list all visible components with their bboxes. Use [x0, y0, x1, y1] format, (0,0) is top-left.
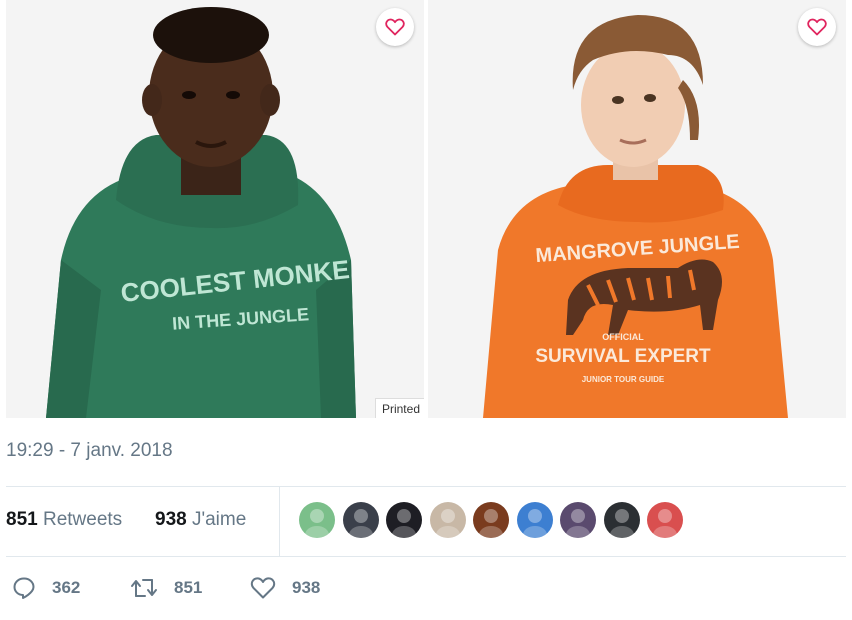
likes-count: 938 — [155, 509, 187, 530]
orange-hoodie-illustration: MANGROVE JUNGLE OFFICIAL SURVIVAL EXPERT… — [428, 0, 846, 418]
avatar-2[interactable] — [342, 502, 379, 538]
tweet-stats: 851 Retweets 938 J'aime — [6, 487, 846, 556]
avatar-5[interactable] — [473, 502, 509, 538]
green-hoodie-illustration: COOLEST MONKE IN THE JUNGLE — [6, 0, 424, 418]
hoodie-print-line-3: SURVIVAL EXPERT — [535, 346, 711, 367]
hoodie-print-line-4: JUNIOR TOUR GUIDE — [582, 375, 665, 384]
printed-tag: Printed — [374, 398, 424, 418]
avatar-7[interactable] — [560, 502, 596, 538]
favorite-button-right[interactable] — [798, 8, 836, 46]
heart-icon — [385, 18, 405, 36]
retweet-count: 851 — [174, 578, 203, 597]
divider-bottom — [6, 556, 846, 557]
favorite-button-left[interactable] — [376, 8, 414, 46]
avatar-8[interactable] — [603, 502, 640, 538]
tweet-timestamp[interactable]: 19:29 - 7 janv. 2018 — [6, 440, 173, 462]
likes-label: J'aime — [191, 509, 247, 530]
stats-separator — [279, 487, 280, 556]
reply-button[interactable]: 362 — [12, 576, 80, 600]
tweet-actions: 362 851 938 — [6, 570, 846, 614]
retweets-stat[interactable]: 851 Retweets — [6, 509, 122, 531]
retweets-label: Retweets — [42, 509, 123, 530]
like-button[interactable]: 938 — [250, 576, 320, 600]
hoodie-print-line-2: OFFICIAL — [602, 332, 644, 342]
product-photo-orange-hoodie[interactable]: MANGROVE JUNGLE OFFICIAL SURVIVAL EXPERT… — [428, 0, 846, 418]
retweets-count: 851 — [6, 509, 38, 530]
avatar-9[interactable] — [647, 502, 683, 538]
avatar-3[interactable] — [386, 502, 422, 538]
reply-count: 362 — [52, 578, 81, 597]
heart-icon — [807, 18, 827, 36]
retweet-icon — [131, 579, 157, 597]
retweet-button[interactable]: 851 — [130, 576, 202, 600]
likes-stat[interactable]: 938 J'aime — [155, 509, 246, 531]
like-count: 938 — [292, 578, 321, 597]
avatar-6[interactable] — [516, 502, 553, 538]
reply-icon — [13, 577, 35, 599]
media-grid: COOLEST MONKE IN THE JUNGLE Printed MANG… — [6, 0, 846, 418]
avatar-1[interactable] — [299, 502, 335, 538]
avatar-4[interactable] — [429, 502, 466, 538]
product-photo-green-hoodie[interactable]: COOLEST MONKE IN THE JUNGLE Printed — [6, 0, 424, 418]
like-icon — [250, 577, 276, 599]
